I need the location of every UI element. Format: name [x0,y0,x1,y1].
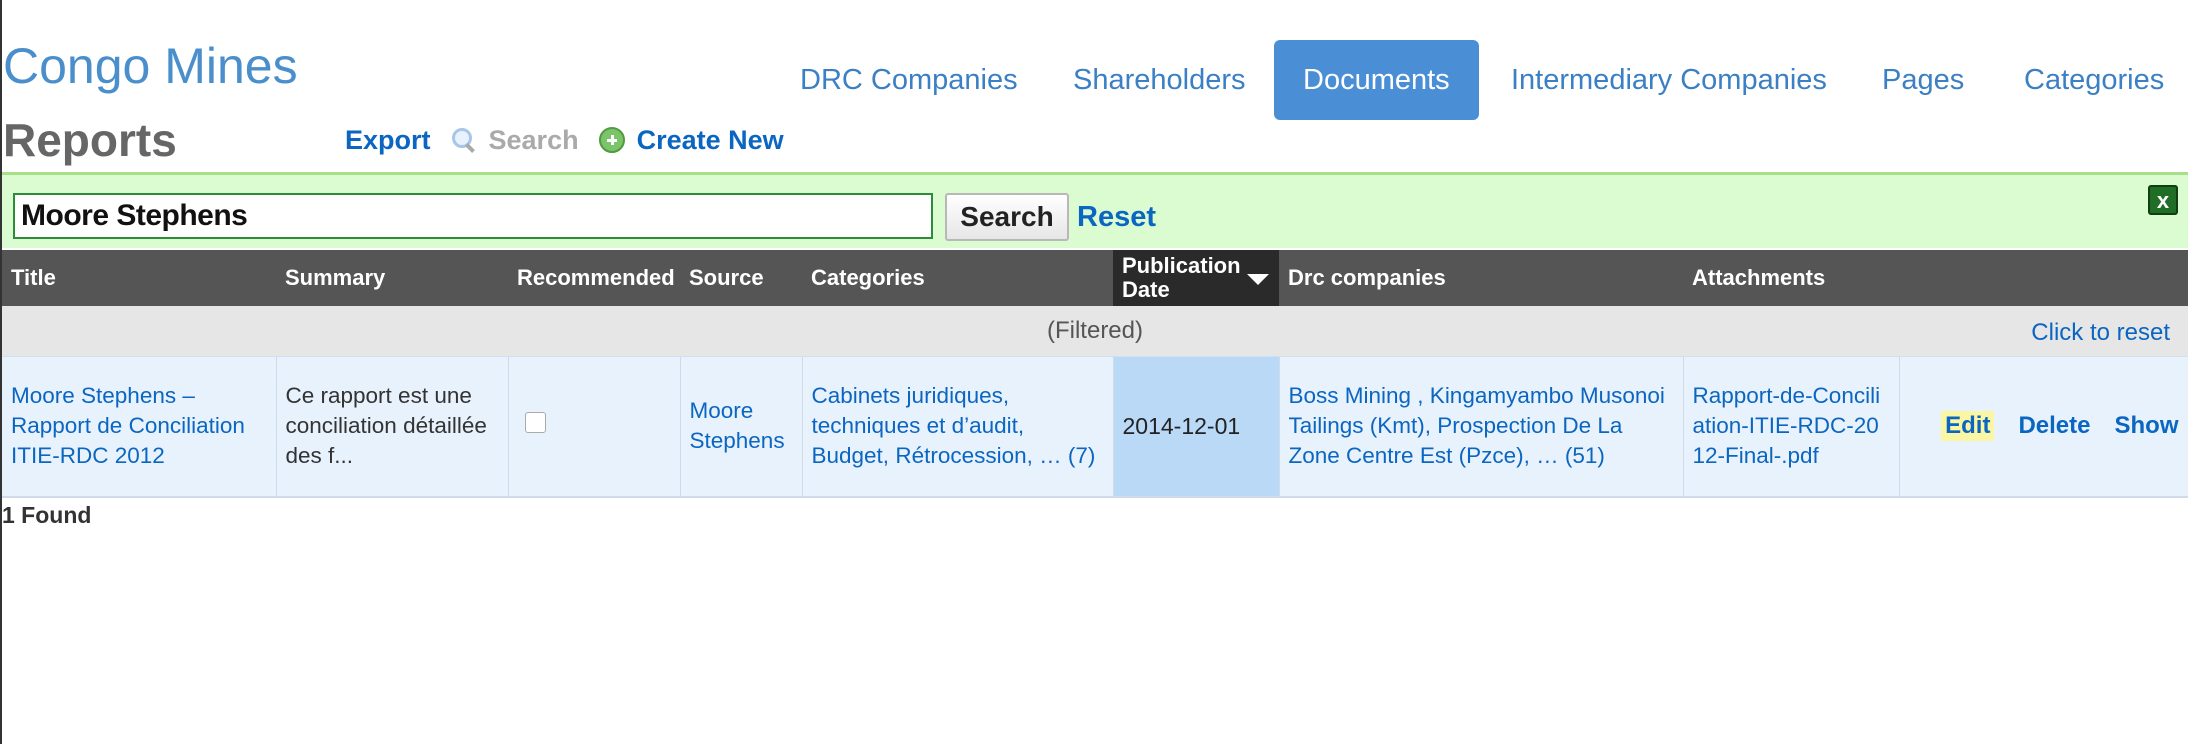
search-input[interactable] [13,193,933,239]
edit-link[interactable]: Edit [1941,411,1995,442]
click-to-reset-link[interactable]: Click to reset [2031,319,2170,347]
filter-status-cell: (Filtered) Click to reset [2,306,2188,357]
reset-link[interactable]: Reset [1077,197,1156,237]
document-title-link[interactable]: Moore Stephens – Rapport de Conciliation… [11,383,245,468]
categories-link[interactable]: Cabinets juridiques, techniques et d’aud… [812,383,1096,468]
col-title[interactable]: Title [2,250,276,306]
filter-status-row: (Filtered) Click to reset [2,306,2188,357]
col-publication-date-label: Publication Date [1122,253,1241,302]
cell-attachments: Rapport-de-Conciliation-ITIE-RDC-2012-Fi… [1683,356,1900,498]
nav-documents[interactable]: Documents [1274,40,1479,120]
cell-summary: Ce rapport est une conciliation détaillé… [276,356,509,498]
col-source[interactable]: Source [680,250,802,306]
drc-companies-link[interactable]: Boss Mining , Kingamyambo Musonoi Tailin… [1289,383,1665,468]
search-panel: Search Reset x [2,172,2188,248]
table-row: Moore Stephens – Rapport de Conciliation… [2,356,2188,498]
attachment-link[interactable]: Rapport-de-Conciliation-ITIE-RDC-2012-Fi… [1693,383,1881,468]
source-link[interactable]: Moore Stephens [690,398,785,453]
close-icon[interactable]: x [2148,185,2178,215]
brand-logo[interactable]: Congo Mines [3,36,298,96]
cell-recommended [508,356,681,498]
show-link[interactable]: Show [2115,411,2179,441]
search-action-label: Search [488,124,579,155]
cell-drc-companies: Boss Mining , Kingamyambo Musonoi Tailin… [1279,356,1684,498]
nav-categories[interactable]: Categories [2024,40,2164,120]
magnifier-icon [451,127,477,153]
cell-row-actions: Edit Delete Show [1899,356,2188,498]
cell-title: Moore Stephens – Rapport de Conciliation… [2,356,277,498]
col-attachments[interactable]: Attachments [1683,250,1899,306]
delete-link[interactable]: Delete [2018,411,2090,441]
nav-intermediary-companies[interactable]: Intermediary Companies [1511,40,1827,120]
search-action[interactable]: Search [451,125,579,156]
documents-table: Title Summary Recommended Source Categor… [2,250,2188,498]
page-actions: Export Search Create New [345,120,804,160]
recommended-checkbox[interactable] [524,412,546,434]
nav-drc-companies[interactable]: DRC Companies [800,40,1018,120]
page-title: Reports [3,114,177,166]
cell-categories: Cabinets juridiques, techniques et d’aud… [802,356,1114,498]
cell-source: Moore Stephens [680,356,803,498]
export-link[interactable]: Export [345,125,431,156]
create-new-label: Create New [636,124,784,155]
col-recommended[interactable]: Recommended [508,250,680,306]
sort-desc-icon [1247,274,1269,285]
col-categories[interactable]: Categories [802,250,1113,306]
plus-circle-icon [598,127,625,153]
cell-publication-date: 2014-12-01 [1113,356,1280,498]
nav-pages[interactable]: Pages [1882,40,1964,120]
nav-shareholders[interactable]: Shareholders [1073,40,1246,120]
search-button[interactable]: Search [945,193,1069,241]
filter-status: (Filtered) [1046,317,1143,344]
results-count: 1 Found [2,502,92,528]
create-new-link[interactable]: Create New [598,124,784,156]
col-actions [1899,250,2188,306]
col-publication-date[interactable]: Publication Date [1113,250,1279,306]
col-summary[interactable]: Summary [276,250,508,306]
col-drc-companies[interactable]: Drc companies [1279,250,1683,306]
table-header-row: Title Summary Recommended Source Categor… [2,250,2188,306]
